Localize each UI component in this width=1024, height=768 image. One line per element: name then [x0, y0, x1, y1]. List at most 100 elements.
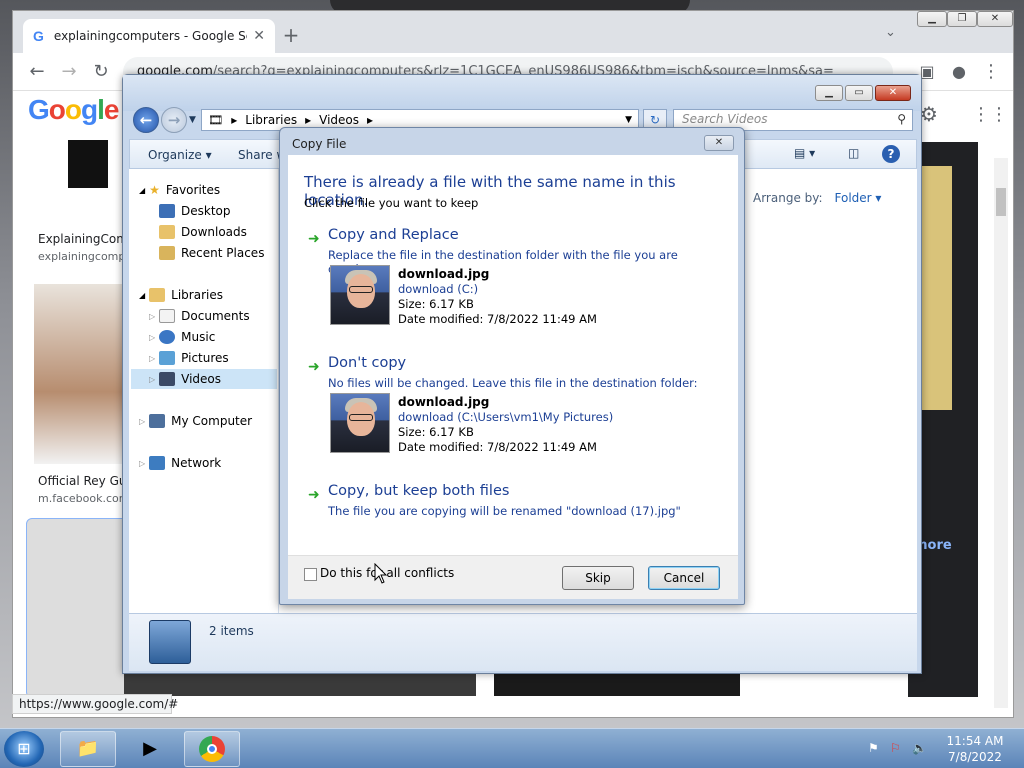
keep-both-option[interactable]: ➜ Copy, but keep both files The file you… — [304, 483, 728, 523]
file-thumbnail — [330, 393, 390, 453]
nav-label: Favorites — [165, 183, 221, 197]
nav-label: Libraries — [171, 288, 223, 302]
nav-pictures[interactable]: ▷ Pictures — [149, 348, 229, 368]
arrange-by-dropdown[interactable]: Folder ▾ — [835, 191, 882, 205]
copy-and-replace-option[interactable]: ➜ Copy and Replace Replace the file in t… — [304, 227, 728, 359]
mouse-pointer-icon — [374, 563, 388, 584]
file-location: download (C:) — [398, 282, 479, 296]
search-placeholder: Search Videos — [682, 112, 768, 126]
breadcrumb-separator-icon: ▸ — [305, 113, 312, 127]
nav-downloads[interactable]: Downloads — [159, 222, 247, 242]
documents-icon — [159, 309, 176, 323]
network-tray-icon[interactable]: ⚑ — [868, 741, 879, 755]
skip-button[interactable]: Skip — [562, 566, 634, 590]
preview-pane-icon[interactable]: ◫ — [848, 146, 859, 160]
downloads-folder-icon — [159, 225, 175, 239]
volume-icon[interactable]: 🔈 — [912, 741, 927, 755]
nav-label: Desktop — [181, 204, 231, 218]
file-name: download.jpg — [398, 395, 490, 409]
back-arrow-icon[interactable]: ← — [25, 61, 49, 85]
nav-favorites[interactable]: ◢ ★ Favorites — [139, 180, 220, 200]
page-scrollbar[interactable] — [994, 158, 1008, 708]
nav-documents[interactable]: ▷ Documents — [149, 306, 250, 326]
clock-time: 11:54 AM — [946, 734, 1004, 748]
nav-label: Documents — [181, 309, 250, 323]
expand-arrow-icon[interactable]: ▷ — [149, 312, 155, 321]
action-center-icon[interactable]: ⚐ — [890, 741, 901, 755]
all-conflicts-checkbox[interactable] — [304, 568, 317, 581]
explorer-taskbar-icon[interactable]: 📁 — [60, 731, 116, 767]
file-modified: Date modified: 7/8/2022 11:49 AM — [398, 440, 597, 454]
dialog-body: There is already a file with the same na… — [288, 155, 738, 555]
nav-label: Recent Places — [181, 246, 265, 260]
star-icon: ★ — [149, 183, 160, 197]
expand-arrow-icon[interactable]: ▷ — [149, 333, 155, 342]
expand-arrow-icon[interactable]: ▷ — [139, 417, 145, 426]
image-results-column: ExplainingComp explainingcompu Official … — [22, 130, 136, 702]
media-player-taskbar-icon[interactable]: ▶ — [122, 731, 178, 767]
recent-pages-chevron-icon[interactable]: ▼ — [189, 115, 196, 125]
expand-arrow-icon[interactable]: ◢ — [139, 291, 145, 300]
settings-gear-icon[interactable]: ⚙ — [920, 102, 938, 126]
nav-desktop[interactable]: Desktop — [159, 201, 231, 221]
expand-arrow-icon[interactable]: ▷ — [149, 354, 155, 363]
chrome-taskbar-icon[interactable] — [184, 731, 240, 767]
expand-arrow-icon[interactable]: ▷ — [139, 459, 145, 468]
nav-network[interactable]: ▷ Network — [139, 453, 221, 473]
dialog-footer: Do this for all conflicts Skip Cancel — [288, 555, 738, 599]
dialog-title: Copy File — [292, 137, 347, 151]
system-clock[interactable]: 11:54 AM 7/8/2022 — [930, 733, 1020, 765]
explorer-close-button[interactable]: ✕ — [875, 85, 911, 101]
dialog-subheading: Click the file you want to keep — [304, 196, 479, 210]
nav-music[interactable]: ▷ Music — [149, 327, 215, 347]
start-button[interactable]: ⊞ — [4, 731, 44, 767]
back-arrow-icon[interactable]: ← — [133, 107, 159, 133]
tab-close-icon[interactable]: ✕ — [253, 28, 265, 44]
organize-button[interactable]: Organize ▾ — [148, 148, 212, 162]
nav-label: Network — [171, 456, 222, 470]
nav-label: Music — [181, 330, 216, 344]
nav-videos[interactable]: ▷ Videos — [131, 369, 277, 389]
new-tab-button[interactable]: + — [279, 23, 303, 47]
view-options-icon[interactable]: ▤ ▾ — [794, 146, 815, 160]
breadcrumb-libraries[interactable]: Libraries — [245, 113, 297, 127]
breadcrumb-videos[interactable]: Videos — [319, 113, 359, 127]
scrollbar-thumb[interactable] — [996, 188, 1006, 216]
tab-search-chevron-icon[interactable]: ⌄ — [885, 25, 896, 40]
help-icon[interactable]: ? — [882, 145, 900, 163]
forward-arrow-icon[interactable]: → — [161, 107, 187, 133]
dialog-close-button[interactable]: ✕ — [704, 135, 734, 151]
chrome-maximize-button[interactable]: ❐ — [947, 11, 977, 27]
chrome-menu-icon[interactable]: ⋮ — [979, 61, 1003, 85]
file-name: download.jpg — [398, 267, 490, 281]
chrome-minimize-button[interactable]: ▁ — [917, 11, 947, 27]
address-dropdown-icon[interactable]: ▼ — [625, 115, 632, 125]
explorer-minimize-button[interactable]: ▁ — [815, 85, 843, 101]
nav-label: Videos — [181, 372, 222, 386]
selected-result-card[interactable] — [26, 518, 130, 698]
result-thumbnail[interactable] — [34, 284, 130, 464]
result-thumbnail[interactable] — [494, 674, 740, 696]
expand-arrow-icon[interactable]: ◢ — [139, 186, 145, 195]
cancel-button[interactable]: Cancel — [648, 566, 720, 590]
expand-arrow-icon[interactable]: ▷ — [149, 375, 155, 384]
library-icon: 🎞 — [208, 113, 224, 127]
nav-libraries[interactable]: ◢ Libraries — [139, 285, 223, 305]
file-thumbnail — [330, 265, 390, 325]
profile-avatar-icon[interactable]: ● — [947, 61, 971, 85]
forward-arrow-icon[interactable]: → — [57, 61, 81, 85]
browser-tab[interactable]: G explainingcomputers - Google Se ✕ — [23, 19, 275, 53]
result-thumbnail[interactable] — [68, 140, 108, 188]
apps-grid-icon[interactable]: ⋮⋮ — [972, 104, 1008, 125]
file-size: Size: 6.17 KB — [398, 297, 474, 311]
dont-copy-option[interactable]: ➜ Don't copy No files will be changed. L… — [304, 355, 728, 479]
chrome-close-button[interactable]: ✕ — [977, 11, 1013, 27]
result-thumbnail[interactable] — [124, 674, 476, 696]
chrome-logo-icon — [199, 736, 225, 762]
nav-recent-places[interactable]: Recent Places — [159, 243, 264, 263]
preview-image[interactable] — [920, 166, 952, 410]
explorer-maximize-button[interactable]: ▭ — [845, 85, 873, 101]
nav-my-computer[interactable]: ▷ My Computer — [139, 411, 252, 431]
google-logo[interactable]: Google — [28, 94, 119, 126]
reload-icon[interactable]: ↻ — [89, 61, 113, 85]
